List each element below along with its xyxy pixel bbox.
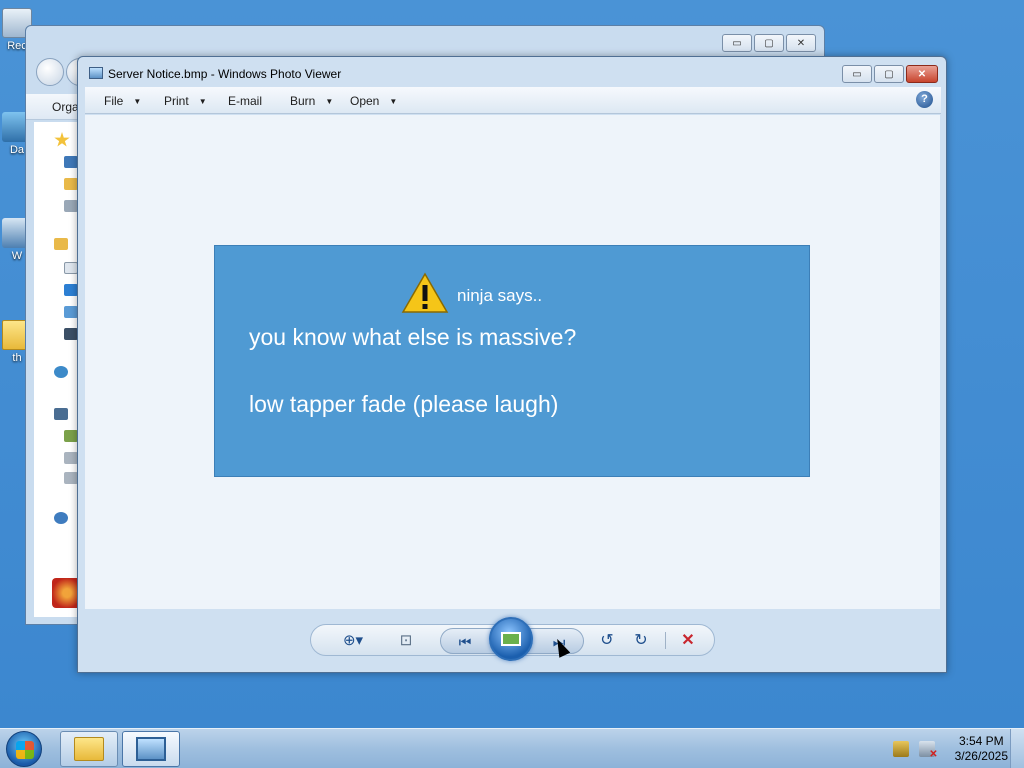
actual-size-button[interactable]: ⊡ (391, 625, 421, 655)
close-button[interactable]: ✕ (906, 65, 938, 83)
menu-bar: File ▼ Print ▼ E-mail Burn ▼ Open ▼ ? (85, 87, 941, 114)
menu-file[interactable]: File ▼ (104, 94, 141, 108)
desktop-nav-icon[interactable] (64, 156, 78, 168)
chevron-down-icon: ▼ (389, 96, 398, 106)
folder-icon (74, 737, 104, 761)
back-button[interactable] (36, 58, 64, 86)
displayed-image: ninja says.. you know what else is massi… (214, 245, 810, 477)
chevron-down-icon: ▼ (133, 96, 142, 106)
chevron-down-icon: ▼ (198, 96, 207, 106)
volume-muted-icon[interactable]: ✕ (918, 741, 938, 760)
desktop-icon-label: Da (9, 144, 25, 156)
desktop: Rec Da W th ▭ ▢ ✕ Orga Server Notice.bmp… (0, 0, 1024, 728)
menu-print-label: Print (164, 94, 189, 108)
help-icon[interactable]: ? (916, 91, 933, 108)
notice-line-1: you know what else is massive? (249, 324, 577, 350)
chevron-down-icon: ▼ (325, 96, 334, 106)
menu-open-label: Open (350, 94, 380, 108)
windows-logo-icon (16, 741, 34, 759)
pictures-nav-icon[interactable] (64, 306, 78, 318)
clock[interactable]: 3:54 PM 3/26/2025 (955, 734, 1008, 764)
menu-print[interactable]: Print ▼ (164, 94, 207, 108)
rotate-counterclockwise-button[interactable]: ↺ (593, 625, 621, 655)
minimize-button[interactable]: ▭ (842, 65, 872, 83)
show-desktop-button[interactable] (1010, 729, 1024, 768)
clock-time: 3:54 PM (958, 734, 1004, 748)
warning-icon (401, 272, 449, 313)
window-title: Server Notice.bmp - Windows Photo Viewer (108, 67, 342, 81)
menu-open[interactable]: Open ▼ (350, 94, 397, 108)
menu-burn-label: Burn (290, 94, 316, 108)
music-nav-icon[interactable] (64, 284, 78, 296)
title-bar[interactable]: Server Notice.bmp - Windows Photo Viewer… (78, 57, 946, 87)
photo-viewer-app-icon (89, 67, 103, 79)
desktop-icon-label: th (12, 352, 22, 364)
favorites-star-icon[interactable] (54, 132, 70, 147)
local-disk-nav-icon[interactable] (64, 430, 78, 442)
desktop-icon-label: Rec (7, 40, 27, 52)
drive-nav-icon[interactable] (64, 452, 78, 464)
drive-nav-icon[interactable] (64, 472, 78, 484)
start-button[interactable] (6, 731, 42, 767)
menu-email[interactable]: E-mail (228, 94, 262, 108)
notice-header: ninja says.. (457, 286, 543, 305)
minimize-button[interactable]: ▭ (722, 34, 752, 52)
explorer-window-buttons: ▭ ▢ ✕ (722, 34, 816, 52)
photo-viewer-icon (136, 737, 166, 761)
slide-show-icon (501, 632, 521, 646)
taskbar-explorer-button[interactable] (60, 731, 118, 767)
zoom-button[interactable]: ⊕▾ (333, 625, 373, 655)
playback-controls: ⊕▾ ⊡ ⏮ ⏭ ↺ ↻ ✕ (310, 617, 715, 661)
network-nav-icon[interactable] (54, 512, 68, 524)
maximize-button[interactable]: ▢ (874, 65, 904, 83)
slide-show-button[interactable] (489, 617, 533, 661)
delete-button[interactable]: ✕ (673, 625, 703, 655)
homegroup-nav-icon[interactable] (54, 366, 68, 378)
menu-burn[interactable]: Burn ▼ (290, 94, 333, 108)
recent-places-nav-icon[interactable] (64, 200, 78, 212)
menu-file-label: File (104, 94, 124, 108)
taskbar-photo-viewer-button[interactable] (122, 731, 180, 767)
organize-menu[interactable]: Orga (52, 100, 79, 114)
rotate-clockwise-button[interactable]: ↻ (627, 625, 655, 655)
action-center-icon[interactable] (892, 741, 909, 757)
photo-viewer-window: Server Notice.bmp - Windows Photo Viewer… (77, 56, 947, 673)
image-canvas: ninja says.. you know what else is massi… (85, 115, 940, 609)
documents-nav-icon[interactable] (64, 262, 78, 274)
downloads-nav-icon[interactable] (64, 178, 78, 190)
menu-email-label: E-mail (228, 94, 263, 108)
videos-nav-icon[interactable] (64, 328, 78, 340)
window-buttons: ▭ ▢ ✕ (842, 65, 938, 83)
system-tray: ✕ 3:54 PM 3/26/2025 (892, 733, 1008, 765)
separator (665, 632, 666, 649)
desktop-icon-label: W (11, 250, 23, 262)
taskbar: ✕ 3:54 PM 3/26/2025 (0, 728, 1024, 768)
notice-line-2: low tapper fade (please laugh) (249, 391, 559, 417)
close-button[interactable]: ✕ (786, 34, 816, 52)
computer-nav-icon[interactable] (54, 408, 68, 420)
previous-button[interactable]: ⏮ (447, 627, 483, 657)
maximize-button[interactable]: ▢ (754, 34, 784, 52)
clock-date: 3/26/2025 (954, 749, 1008, 763)
libraries-nav-icon[interactable] (54, 238, 68, 250)
